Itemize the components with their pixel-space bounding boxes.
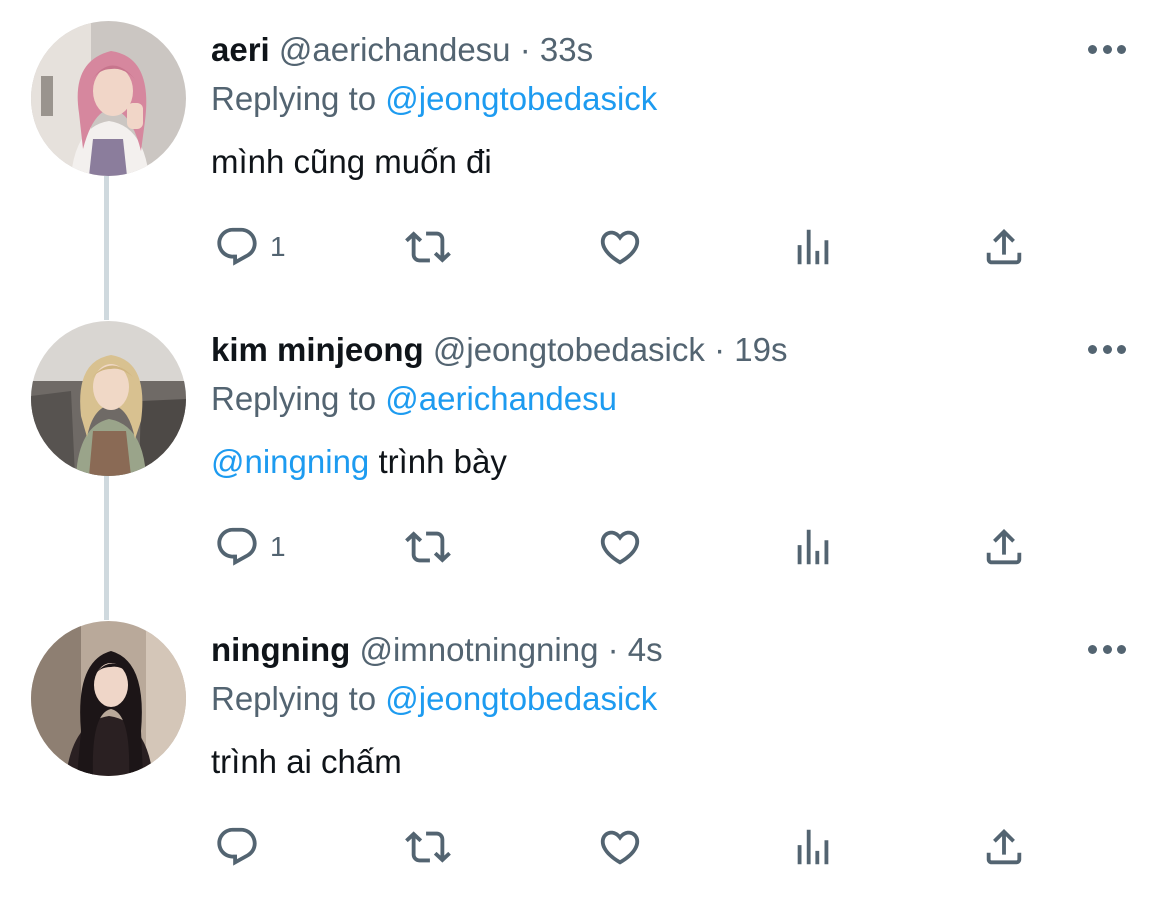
tweet-text: mình cũng muốn đi bbox=[211, 141, 492, 183]
retweet-icon bbox=[405, 531, 451, 563]
reply-count: 1 bbox=[270, 231, 286, 262]
share-icon bbox=[986, 528, 1022, 565]
timestamp[interactable]: 33s bbox=[540, 31, 593, 68]
display-name[interactable]: aeri bbox=[211, 31, 270, 68]
tweet-actions bbox=[0, 820, 1170, 874]
like-icon bbox=[600, 530, 640, 565]
more-icon-dot bbox=[1102, 344, 1112, 354]
retweet-button[interactable] bbox=[405, 820, 451, 874]
avatar[interactable] bbox=[31, 621, 186, 776]
more-icon-dot bbox=[1117, 644, 1126, 654]
views-button[interactable] bbox=[790, 820, 836, 874]
more-icon-dot bbox=[1117, 344, 1126, 354]
user-handle[interactable]: @jeongtobedasick bbox=[433, 331, 705, 368]
tweet[interactable]: kim minjeong @jeongtobedasick · 19s Repl… bbox=[0, 300, 1170, 620]
views-icon bbox=[797, 829, 829, 865]
retweet-button[interactable] bbox=[405, 220, 451, 274]
tweet-text: trình ai chấm bbox=[211, 741, 402, 783]
tweet-actions: 1 bbox=[0, 520, 1170, 574]
share-button[interactable] bbox=[981, 520, 1027, 574]
timestamp[interactable]: 4s bbox=[628, 631, 663, 668]
avatar[interactable] bbox=[31, 321, 186, 476]
more-icon-dot bbox=[1088, 44, 1097, 54]
more-icon-dot bbox=[1102, 44, 1112, 54]
tweet-actions: 1 bbox=[0, 220, 1170, 274]
replying-to-label: Replying to bbox=[211, 380, 377, 417]
reply-icon bbox=[217, 227, 257, 266]
tweet-header: kim minjeong @jeongtobedasick · 19s bbox=[211, 330, 787, 370]
views-button[interactable] bbox=[790, 220, 836, 274]
reply-thread: aeri @aerichandesu · 33s Replying to @je… bbox=[0, 0, 1170, 892]
tweet-text-mention-link[interactable]: @ningning bbox=[211, 443, 369, 480]
tweet-header: aeri @aerichandesu · 33s bbox=[211, 30, 593, 70]
share-icon bbox=[986, 828, 1022, 865]
more-icon-dot bbox=[1117, 44, 1126, 54]
replying-to-label: Replying to bbox=[211, 680, 377, 717]
more-options-button[interactable] bbox=[1088, 340, 1126, 358]
replying-to-mention-link[interactable]: @jeongtobedasick bbox=[385, 80, 657, 117]
like-button[interactable] bbox=[597, 820, 643, 874]
separator-dot: · bbox=[607, 631, 619, 668]
replying-to-mention-link[interactable]: @aerichandesu bbox=[385, 380, 617, 417]
display-name[interactable]: ningning bbox=[211, 631, 350, 668]
like-icon bbox=[600, 830, 640, 865]
retweet-icon bbox=[405, 231, 451, 263]
views-button[interactable] bbox=[790, 520, 836, 574]
avatar-ningning-image bbox=[31, 621, 186, 776]
views-icon bbox=[797, 529, 829, 565]
reply-button[interactable]: 1 bbox=[214, 520, 286, 574]
tweet-text-content: trình ai chấm bbox=[211, 743, 402, 780]
share-icon bbox=[986, 228, 1022, 265]
replying-to-mention-link[interactable]: @jeongtobedasick bbox=[385, 680, 657, 717]
views-icon bbox=[797, 229, 829, 265]
separator-dot: · bbox=[714, 331, 726, 368]
replying-to-line: Replying to @aerichandesu bbox=[211, 379, 617, 419]
retweet-button[interactable] bbox=[405, 520, 451, 574]
tweet-text: @ningning trình bày bbox=[211, 441, 507, 483]
replying-to-line: Replying to @jeongtobedasick bbox=[211, 79, 657, 119]
retweet-icon bbox=[405, 831, 451, 863]
tweet-text-content: trình bày bbox=[369, 443, 507, 480]
more-icon-dot bbox=[1102, 644, 1112, 654]
more-icon-dot bbox=[1088, 344, 1097, 354]
tweet-header: ningning @imnotningning · 4s bbox=[211, 630, 663, 670]
tweet-text-content: mình cũng muốn đi bbox=[211, 143, 492, 180]
more-options-button[interactable] bbox=[1088, 640, 1126, 658]
replying-to-line: Replying to @jeongtobedasick bbox=[211, 679, 657, 719]
like-button[interactable] bbox=[597, 520, 643, 574]
reply-icon bbox=[217, 827, 257, 866]
user-handle[interactable]: @aerichandesu bbox=[279, 31, 511, 68]
tweet[interactable]: ningning @imnotningning · 4s Replying to… bbox=[0, 600, 1170, 900]
reply-count: 1 bbox=[270, 531, 286, 562]
more-icon-dot bbox=[1088, 644, 1097, 654]
replying-to-label: Replying to bbox=[211, 80, 377, 117]
tweet[interactable]: aeri @aerichandesu · 33s Replying to @je… bbox=[0, 0, 1170, 320]
avatar-aeri-image bbox=[31, 21, 186, 176]
separator-dot: · bbox=[519, 31, 531, 68]
share-button[interactable] bbox=[981, 820, 1027, 874]
reply-icon bbox=[217, 527, 257, 566]
like-icon bbox=[600, 230, 640, 265]
reply-button[interactable]: 1 bbox=[214, 220, 286, 274]
timestamp[interactable]: 19s bbox=[734, 331, 787, 368]
share-button[interactable] bbox=[981, 220, 1027, 274]
like-button[interactable] bbox=[597, 220, 643, 274]
avatar-minjeong-image bbox=[31, 321, 186, 476]
user-handle[interactable]: @imnotningning bbox=[359, 631, 598, 668]
display-name[interactable]: kim minjeong bbox=[211, 331, 424, 368]
avatar[interactable] bbox=[31, 21, 186, 176]
reply-button[interactable] bbox=[214, 820, 270, 874]
more-options-button[interactable] bbox=[1088, 40, 1126, 58]
